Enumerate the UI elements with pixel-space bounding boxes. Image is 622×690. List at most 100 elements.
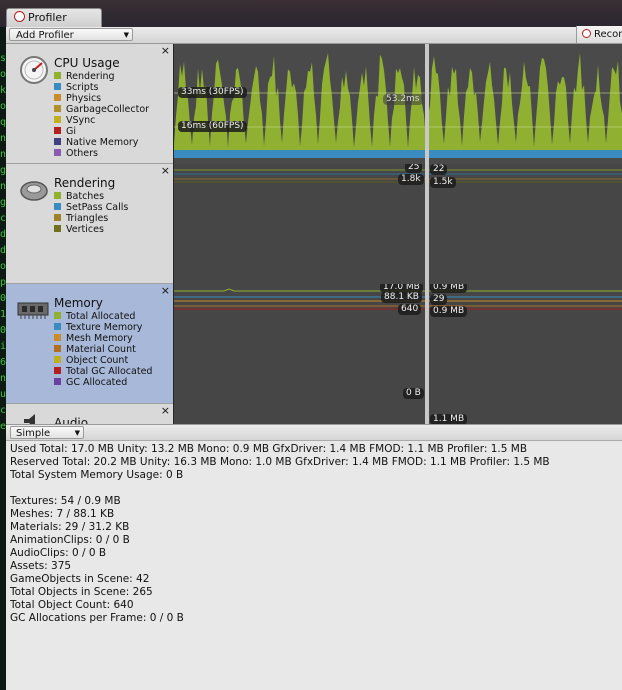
details-line: Used Total: 17.0 MB Unity: 13.2 MB Mono:…: [10, 443, 528, 455]
legend-item[interactable]: GarbageCollector: [54, 104, 149, 115]
close-icon[interactable]: ×: [161, 44, 170, 57]
audio-graph[interactable]: 1.1 MB: [174, 404, 622, 424]
legend-label: Physics: [66, 93, 102, 104]
legend-swatch: [54, 345, 61, 352]
details-line: Materials: 29 / 31.2 KB: [10, 521, 130, 533]
legend-label: GC Allocated: [66, 377, 128, 388]
legend-item[interactable]: Batches: [54, 191, 128, 202]
legend-label: Material Count: [66, 344, 136, 355]
details-line: Meshes: 7 / 88.1 KB: [10, 508, 115, 520]
audio-panel[interactable]: Audio ×: [6, 404, 173, 424]
legend-item[interactable]: Triangles: [54, 213, 128, 224]
legend-item[interactable]: GC Allocated: [54, 377, 152, 388]
material-count-value-right: 29: [430, 294, 448, 305]
legend-item[interactable]: Others: [54, 148, 149, 159]
cpu-usage-panel[interactable]: CPU Usage × Rendering Scripts Physics Ga…: [6, 44, 173, 164]
gc-allocated-value: 0 B: [403, 388, 424, 399]
details-line: Assets: 375: [10, 560, 72, 572]
rendering-panel[interactable]: Rendering × Batches SetPass Calls Triang…: [6, 164, 173, 284]
legend-item[interactable]: Mesh Memory: [54, 333, 152, 344]
close-icon[interactable]: ×: [161, 284, 170, 297]
details-line: Textures: 54 / 0.9 MB: [10, 495, 121, 507]
legend-label: Gi: [66, 126, 77, 137]
memory-icon: [17, 302, 49, 319]
legend-item[interactable]: Gi: [54, 126, 149, 137]
legend-swatch: [54, 72, 61, 79]
frame-cursor[interactable]: [425, 44, 429, 424]
legend-swatch: [54, 378, 61, 385]
legend-item[interactable]: Physics: [54, 93, 149, 104]
record-button[interactable]: Record: [576, 26, 622, 43]
legend-swatch: [54, 83, 61, 90]
memory-details-pane: Used Total: 17.0 MB Unity: 13.2 MB Mono:…: [6, 441, 622, 690]
legend-swatch: [54, 127, 61, 134]
vertices-value-left: 1.8k: [398, 174, 424, 185]
profiler-tab-icon: [14, 11, 25, 22]
legend-label: VSync: [66, 115, 96, 126]
legend-label: Triangles: [66, 213, 109, 224]
legend-item[interactable]: Total GC Allocated: [54, 366, 152, 377]
cpu-legend: Rendering Scripts Physics GarbageCollect…: [54, 71, 149, 159]
legend-swatch: [54, 334, 61, 341]
legend-swatch: [54, 116, 61, 123]
legend-label: Total GC Allocated: [66, 366, 153, 377]
batches-value-right: 22: [430, 164, 448, 175]
legend-swatch: [54, 149, 61, 156]
legend-item[interactable]: Texture Memory: [54, 322, 152, 333]
add-profiler-dropdown[interactable]: Add Profiler ▼: [9, 28, 133, 41]
details-line: AudioClips: 0 / 0 B: [10, 547, 107, 559]
details-line: GC Allocations per Frame: 0 / 0 B: [10, 612, 184, 624]
legend-item[interactable]: Native Memory: [54, 137, 149, 148]
legend-item[interactable]: SetPass Calls: [54, 202, 128, 213]
add-profiler-label: Add Profiler: [16, 30, 74, 41]
tab-profiler[interactable]: Profiler: [6, 8, 102, 27]
close-icon[interactable]: ×: [161, 404, 170, 417]
legend-label: Batches: [66, 191, 105, 202]
profiler-toolbar: Add Profiler ▼ Record: [6, 26, 622, 44]
chevron-down-icon: ▼: [74, 429, 80, 437]
memory-graph[interactable]: 17.0 MB 88.1 KB 640 0 B 0.9 MB 29 0.9 MB: [174, 284, 622, 405]
memory-legend: Total Allocated Texture Memory Mesh Memo…: [54, 311, 152, 388]
legend-item[interactable]: Rendering: [54, 71, 149, 82]
legend-label: GarbageCollector: [66, 104, 150, 115]
legend-item[interactable]: Vertices: [54, 224, 128, 235]
batches-value-left: 25: [405, 164, 423, 173]
legend-item[interactable]: Scripts: [54, 82, 149, 93]
details-line: Reserved Total: 20.2 MB Unity: 16.3 MB M…: [10, 456, 550, 468]
legend-label: Native Memory: [66, 137, 139, 148]
cpu-scripts-area: [174, 150, 622, 158]
legend-item[interactable]: Object Count: [54, 355, 152, 366]
audio-value-right: 1.1 MB: [430, 414, 468, 424]
legend-swatch: [54, 203, 61, 210]
record-label: Record: [594, 29, 622, 40]
panel-title: Audio: [54, 416, 89, 424]
legend-swatch: [54, 105, 61, 112]
legend-label: Vertices: [66, 224, 104, 235]
rendering-graph[interactable]: 25 1.8k 22 1.5k: [174, 164, 622, 285]
tab-profiler-label: Profiler: [28, 11, 67, 24]
memory-panel[interactable]: Memory × Total Allocated Texture Memory …: [6, 284, 173, 404]
cpu-graph[interactable]: 33ms (30FPS) 16ms (60FPS) 53.2ms: [174, 44, 622, 165]
fps-60-label: 16ms (60FPS): [178, 121, 247, 132]
legend-item[interactable]: Material Count: [54, 344, 152, 355]
close-icon[interactable]: ×: [161, 164, 170, 177]
legend-swatch: [54, 356, 61, 363]
legend-item[interactable]: VSync: [54, 115, 149, 126]
legend-swatch: [54, 138, 61, 145]
audio-icon: [24, 414, 35, 424]
legend-label: Others: [66, 148, 98, 159]
details-line: Total Objects in Scene: 265: [10, 586, 153, 598]
window-titlebar: Profiler: [0, 0, 622, 27]
details-toolbar: Simple ▼: [6, 424, 622, 441]
legend-swatch: [54, 225, 61, 232]
mesh-memory-value: 88.1 KB: [381, 292, 422, 303]
details-line: Total System Memory Usage: 0 B: [10, 469, 184, 481]
legend-item[interactable]: Total Allocated: [54, 311, 152, 322]
details-line: AnimationClips: 0 / 0 B: [10, 534, 130, 546]
legend-swatch: [54, 214, 61, 221]
legend-swatch: [54, 367, 61, 374]
panel-title: Memory: [54, 296, 103, 310]
view-mode-dropdown[interactable]: Simple ▼: [10, 426, 84, 439]
rendering-legend: Batches SetPass Calls Triangles Vertices: [54, 191, 128, 235]
legend-label: Object Count: [66, 355, 129, 366]
